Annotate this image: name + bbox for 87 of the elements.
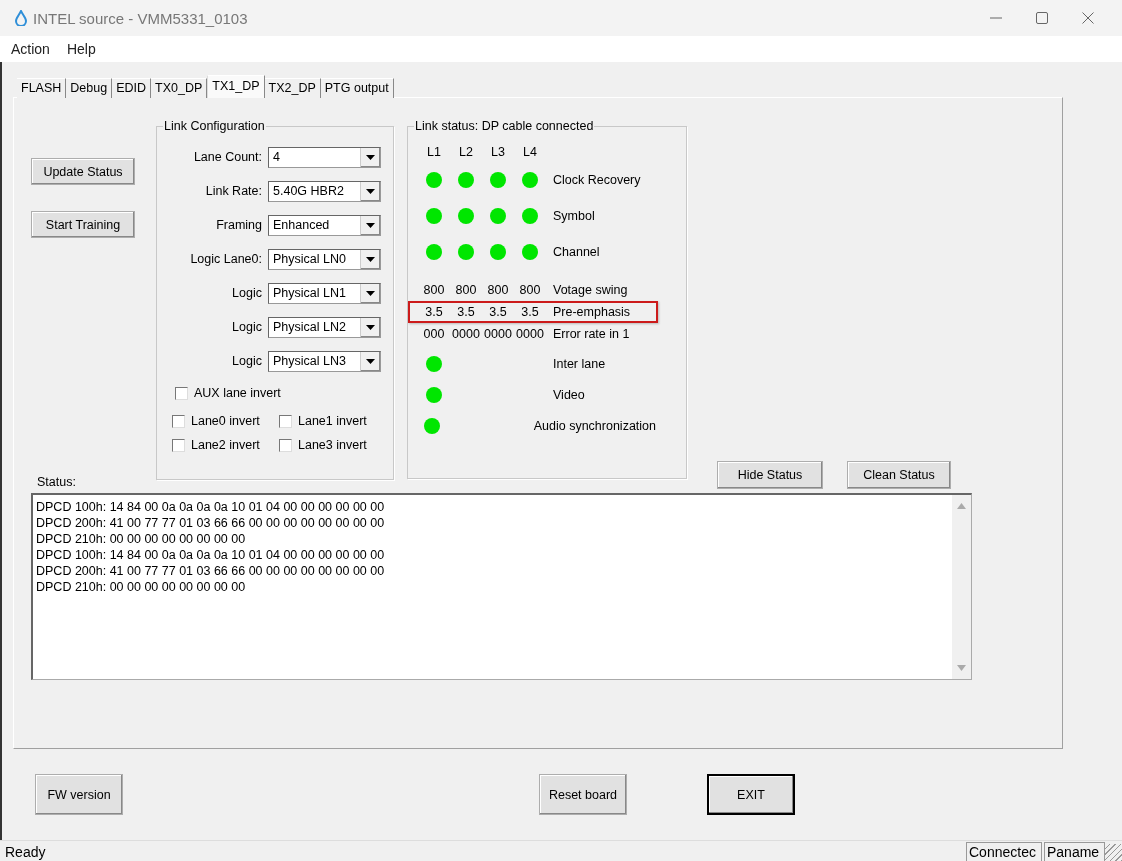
lane-value: 0000 (515, 327, 545, 341)
lane-header: L3 (490, 145, 506, 159)
lane-value: 800 (422, 283, 446, 297)
status-label: Channel (553, 245, 600, 259)
resize-grip[interactable] (1105, 844, 1122, 861)
lane-value: 0000 (483, 327, 513, 341)
dropdown[interactable]: Physical LN0 (268, 248, 381, 270)
caret-icon (366, 222, 375, 228)
lane-value: 3.5 (520, 305, 540, 319)
lane-value: 0000 (451, 327, 481, 341)
lane-value: 800 (486, 283, 510, 297)
checkbox[interactable]: Lane3 invert (279, 438, 389, 452)
field-label: Logic (231, 286, 263, 300)
lane-value: 3.5 (424, 305, 444, 319)
field-label: Link Rate: (204, 184, 263, 198)
lane-value: 3.5 (456, 305, 476, 319)
scroll-down-icon[interactable] (957, 665, 966, 671)
checkbox[interactable]: AUX lane invert (175, 386, 393, 400)
log-line: DPCD 200h: 41 00 77 77 01 03 66 66 00 00 00 00 00 00 00 00 (36, 515, 386, 531)
group-title: Link status: DP cable connected (414, 119, 595, 133)
caret-icon (366, 154, 375, 160)
window-title: INTEL source - VMM5331_0103 (33, 9, 248, 27)
action-button[interactable]: Reset board (539, 774, 627, 815)
dropdown[interactable]: Physical LN3 (268, 350, 381, 372)
action-button[interactable]: EXIT (707, 774, 795, 815)
status-label: Pre-emphasis (553, 305, 631, 319)
caret-icon (366, 256, 375, 262)
field-label: Logic (231, 320, 263, 334)
log-line: DPCD 100h: 14 84 00 0a 0a 0a 0a 10 01 04 00 00 00 00 00 00 (36, 547, 386, 563)
status-label: Audio synchronization (533, 418, 656, 433)
status-label: Inter lane (553, 356, 606, 371)
tab[interactable]: EDID (112, 78, 151, 98)
lane-value: 800 (454, 283, 478, 297)
checkbox[interactable]: Lane2 invert (172, 438, 279, 452)
caret-icon (366, 290, 375, 296)
status-label: Error rate in 1 (553, 327, 630, 341)
lane-value: 000 (422, 327, 446, 341)
status-label: Video (553, 387, 585, 402)
caret-icon (366, 358, 375, 364)
status-text: Connectec (966, 842, 1042, 861)
action-button[interactable]: Clean Status (847, 461, 951, 489)
scroll-up-icon[interactable] (957, 503, 966, 509)
group-title: Link Configuration (163, 119, 266, 133)
checkbox[interactable]: Lane0 invert (172, 414, 279, 428)
water-drop-icon (15, 10, 27, 26)
field-label: Logic Lane0: (189, 252, 263, 266)
dropdown[interactable]: Physical LN2 (268, 316, 381, 338)
caret-icon (366, 324, 375, 330)
tab[interactable]: TX2_DP (264, 78, 321, 98)
lane-header: L1 (426, 145, 442, 159)
log-line: DPCD 100h: 14 84 00 0a 0a 0a 0a 10 01 04 00 00 00 00 00 00 (36, 499, 386, 515)
close-icon[interactable] (1082, 12, 1094, 24)
maximize-icon[interactable] (1036, 12, 1048, 24)
menu-item[interactable]: Help (66, 40, 96, 58)
dropdown[interactable]: 4 (268, 146, 381, 168)
field-label: Logic (231, 354, 263, 368)
status-text: Ready (4, 843, 47, 861)
lane-header: L2 (458, 145, 474, 159)
status-label: Clock Recovery (553, 173, 641, 187)
menu-item[interactable]: Action (11, 40, 50, 58)
dropdown[interactable]: 5.40G HBR2 (268, 180, 381, 202)
status-text: Paname (1044, 842, 1105, 861)
tab[interactable]: TX0_DP (151, 78, 208, 98)
dropdown[interactable]: Physical LN1 (268, 282, 381, 304)
lane-value: 3.5 (488, 305, 508, 319)
lane-header: L4 (522, 145, 538, 159)
action-button[interactable]: FW version (35, 774, 123, 815)
dropdown[interactable]: Enhanced (268, 214, 381, 236)
tab[interactable]: PTG output (320, 78, 394, 98)
status-label: Status: (37, 475, 77, 489)
scrollbar[interactable] (952, 495, 971, 679)
field-label: Framing (215, 218, 263, 232)
action-button[interactable]: Update Status (31, 158, 135, 185)
tab[interactable]: TX1_DP (207, 75, 265, 98)
action-button[interactable]: Hide Status (717, 461, 823, 489)
checkbox[interactable]: Lane1 invert (279, 414, 389, 428)
field-label: Lane Count: (192, 150, 263, 164)
log-line: DPCD 210h: 00 00 00 00 00 00 00 00 (36, 531, 247, 547)
action-button[interactable]: Start Training (31, 211, 135, 238)
lane-value: 800 (518, 283, 542, 297)
status-label: Votage swing (553, 283, 628, 297)
tab[interactable]: FLASH (17, 78, 67, 98)
status-label: Symbol (553, 209, 595, 223)
caret-icon (366, 188, 375, 194)
log-line: DPCD 200h: 41 00 77 77 01 03 66 66 00 00 00 00 00 00 00 00 (36, 563, 386, 579)
tab[interactable]: Debug (66, 78, 113, 98)
log-line: DPCD 210h: 00 00 00 00 00 00 00 00 (36, 579, 247, 595)
